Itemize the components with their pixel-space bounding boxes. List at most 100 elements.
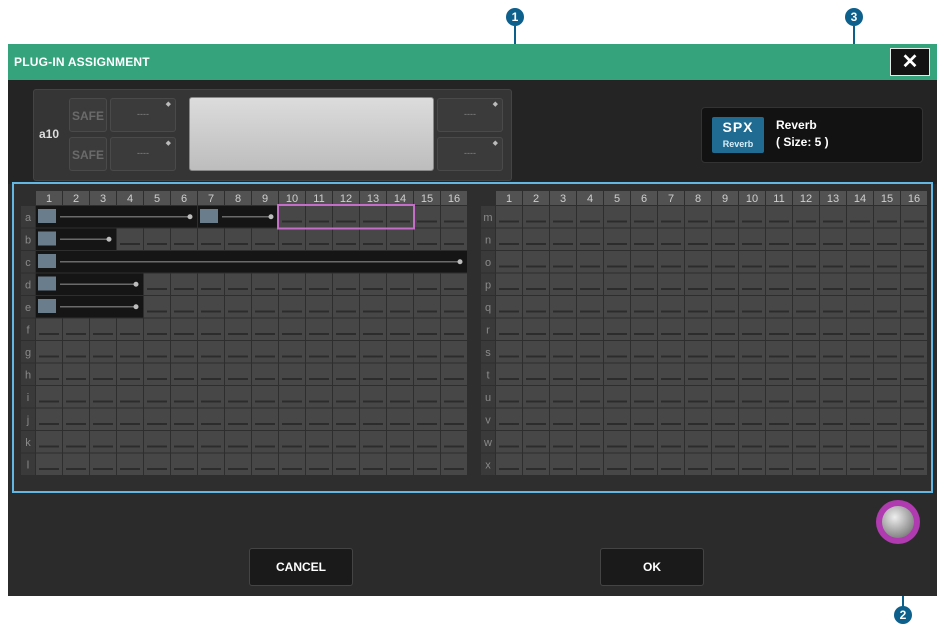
slot-cell[interactable] bbox=[63, 408, 89, 431]
slot-cell[interactable] bbox=[577, 318, 603, 341]
slot-cell[interactable] bbox=[225, 408, 251, 431]
slot-cell[interactable] bbox=[306, 431, 332, 453]
slot-cell[interactable] bbox=[685, 341, 711, 363]
slot-cell[interactable] bbox=[901, 273, 927, 296]
slot-cell[interactable] bbox=[658, 341, 684, 363]
slot-cell[interactable] bbox=[766, 431, 792, 453]
slot-cell[interactable] bbox=[198, 431, 224, 453]
slot-cell[interactable] bbox=[874, 341, 900, 363]
slot-cell[interactable] bbox=[252, 453, 278, 476]
slot-cell[interactable] bbox=[847, 363, 873, 386]
slot-cell[interactable] bbox=[577, 341, 603, 363]
slot-cell[interactable] bbox=[36, 341, 62, 363]
slot-cell[interactable] bbox=[414, 431, 440, 453]
slot-cell[interactable] bbox=[144, 341, 170, 363]
slot-cell[interactable] bbox=[712, 318, 738, 341]
slot-cell[interactable] bbox=[90, 431, 116, 453]
slot-cell[interactable] bbox=[793, 453, 819, 476]
slot-cell[interactable] bbox=[793, 408, 819, 431]
slot-cell[interactable] bbox=[387, 363, 413, 386]
slot-cell[interactable] bbox=[414, 408, 440, 431]
slot-cell[interactable] bbox=[387, 206, 413, 228]
slot-cell[interactable] bbox=[63, 453, 89, 476]
slot-cell[interactable] bbox=[874, 206, 900, 228]
slot-cell[interactable] bbox=[766, 408, 792, 431]
slot-cell[interactable] bbox=[604, 408, 630, 431]
slot-cell[interactable] bbox=[685, 386, 711, 408]
slot-cell[interactable] bbox=[766, 386, 792, 408]
slot-cell[interactable] bbox=[360, 228, 386, 251]
slot-cell[interactable] bbox=[901, 251, 927, 273]
safe-button-2[interactable]: SAFE bbox=[69, 137, 107, 171]
slot-cell[interactable] bbox=[847, 408, 873, 431]
slot-cell[interactable] bbox=[712, 386, 738, 408]
slot-cell[interactable] bbox=[793, 363, 819, 386]
slot-cell[interactable] bbox=[333, 431, 359, 453]
slot-cell[interactable] bbox=[360, 318, 386, 341]
slot-cell[interactable] bbox=[144, 318, 170, 341]
slot-cell[interactable] bbox=[333, 363, 359, 386]
slot-cell[interactable] bbox=[631, 341, 657, 363]
slot-cell[interactable] bbox=[577, 453, 603, 476]
slot-cell[interactable] bbox=[901, 296, 927, 318]
slot-cell[interactable] bbox=[847, 273, 873, 296]
slot-cell[interactable] bbox=[441, 228, 467, 251]
slot-cell[interactable] bbox=[225, 386, 251, 408]
slot-cell[interactable] bbox=[63, 341, 89, 363]
slot-cell[interactable] bbox=[550, 228, 576, 251]
slot-cell[interactable] bbox=[739, 296, 765, 318]
slot-cell[interactable] bbox=[360, 386, 386, 408]
slot-cell[interactable] bbox=[279, 318, 305, 341]
slot-cell[interactable] bbox=[117, 363, 143, 386]
slot-cell[interactable] bbox=[414, 296, 440, 318]
slot-cell[interactable] bbox=[874, 228, 900, 251]
slot-cell[interactable] bbox=[225, 296, 251, 318]
slot-cell[interactable] bbox=[523, 341, 549, 363]
slot-cell[interactable] bbox=[144, 273, 170, 296]
slot-cell[interactable] bbox=[306, 363, 332, 386]
slot-cell[interactable] bbox=[360, 341, 386, 363]
slot-cell[interactable] bbox=[414, 273, 440, 296]
slot-cell[interactable] bbox=[820, 318, 846, 341]
slot-cell[interactable] bbox=[820, 296, 846, 318]
slot-cell[interactable] bbox=[441, 408, 467, 431]
slot-cell[interactable] bbox=[171, 341, 197, 363]
slot-cell[interactable] bbox=[252, 363, 278, 386]
slot-cell[interactable] bbox=[144, 431, 170, 453]
slot-cell[interactable] bbox=[117, 386, 143, 408]
slot-cell[interactable] bbox=[306, 206, 332, 228]
slot-cell[interactable] bbox=[496, 408, 522, 431]
slot-cell[interactable] bbox=[279, 296, 305, 318]
slot-cell[interactable] bbox=[604, 228, 630, 251]
slot-cell[interactable] bbox=[225, 431, 251, 453]
slot-cell[interactable] bbox=[631, 363, 657, 386]
slot-cell[interactable] bbox=[36, 363, 62, 386]
slot-cell[interactable] bbox=[604, 363, 630, 386]
slot-cell[interactable] bbox=[198, 408, 224, 431]
slot-cell[interactable] bbox=[793, 341, 819, 363]
close-button[interactable]: ✕ bbox=[890, 48, 930, 76]
slot-cell[interactable] bbox=[171, 408, 197, 431]
slot-cell[interactable] bbox=[360, 206, 386, 228]
slot-cell[interactable] bbox=[847, 206, 873, 228]
slot-cell[interactable] bbox=[550, 206, 576, 228]
slot-cell[interactable] bbox=[387, 273, 413, 296]
slot-cell[interactable] bbox=[523, 228, 549, 251]
slot-cell[interactable] bbox=[712, 408, 738, 431]
slot-grid-svg[interactable]: 1 2 3 4 5 6 7 8 9 10 11 12 13 14 15 16abcdefghijkl1 2 3 4 5… bbox=[14, 184, 931, 491]
slot-cell[interactable] bbox=[739, 251, 765, 273]
rack-input-1[interactable]: ◆ ---- bbox=[110, 98, 176, 132]
slot-cell[interactable] bbox=[279, 386, 305, 408]
slot-cell[interactable] bbox=[685, 228, 711, 251]
slot-cell[interactable] bbox=[171, 296, 197, 318]
slot-cell[interactable] bbox=[658, 453, 684, 476]
slot-cell[interactable] bbox=[820, 341, 846, 363]
slot-cell[interactable] bbox=[874, 408, 900, 431]
slot-cell[interactable] bbox=[658, 318, 684, 341]
slot-cell[interactable] bbox=[333, 408, 359, 431]
slot-cell[interactable] bbox=[712, 431, 738, 453]
slot-cell[interactable] bbox=[631, 228, 657, 251]
slot-cell[interactable] bbox=[306, 408, 332, 431]
slot-cell[interactable] bbox=[90, 363, 116, 386]
slot-cell[interactable] bbox=[820, 431, 846, 453]
